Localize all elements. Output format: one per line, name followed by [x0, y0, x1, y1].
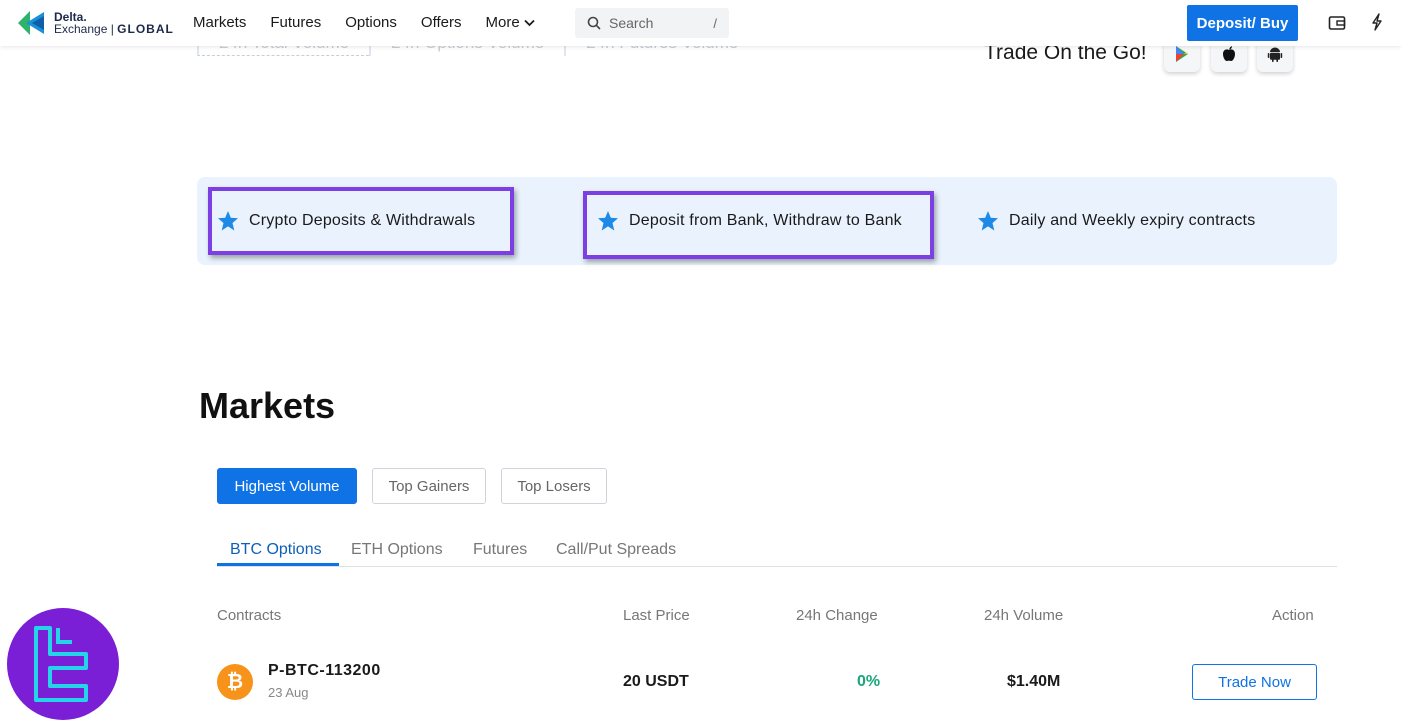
contract-name[interactable]: P-BTC-113200 — [268, 662, 381, 680]
bitcoin-icon: ₿ — [217, 664, 253, 700]
markets-heading: Markets — [199, 385, 336, 426]
trade-now-button[interactable]: Trade Now — [1192, 664, 1317, 700]
nav-more[interactable]: More — [485, 14, 535, 31]
tab-futures[interactable]: Futures — [473, 541, 527, 559]
filter-top-gainers[interactable]: Top Gainers — [372, 468, 486, 504]
wallet-icon[interactable] — [1328, 14, 1346, 32]
active-tab-indicator — [217, 563, 339, 566]
search-shortcut: / — [713, 15, 717, 31]
search-icon — [587, 16, 601, 30]
watermark-logo-icon — [34, 626, 88, 702]
contract-expiry-date: 23 Aug — [268, 685, 309, 700]
apple-icon — [1223, 46, 1235, 62]
nav-futures[interactable]: Futures — [270, 14, 321, 31]
google-play-icon — [1176, 46, 1188, 62]
column-last-price: Last Price — [623, 607, 690, 624]
android-icon — [1267, 47, 1283, 62]
highlight-box-bank — [583, 191, 934, 259]
column-24h-change: 24h Change — [796, 607, 878, 624]
search-placeholder: Search — [609, 15, 654, 31]
column-24h-volume: 24h Volume — [984, 607, 1064, 624]
column-action: Action — [1272, 607, 1314, 624]
feature-expiry-contracts: Daily and Weekly expiry contracts — [977, 210, 1255, 232]
logo-global-text: GLOBAL — [117, 22, 174, 36]
main-nav: Markets Futures Options Offers More — [193, 14, 559, 31]
chevron-down-icon — [524, 19, 535, 26]
search-box[interactable]: Search / — [575, 8, 729, 38]
nav-options[interactable]: Options — [345, 14, 397, 31]
filter-top-losers[interactable]: Top Losers — [501, 468, 607, 504]
nav-offers[interactable]: Offers — [421, 14, 462, 31]
highlight-box-crypto — [208, 187, 514, 255]
feature-label: Daily and Weekly expiry contracts — [1009, 212, 1256, 229]
column-contracts: Contracts — [217, 607, 282, 624]
logo-exchange-text: Exchange — [54, 22, 108, 36]
bolt-icon[interactable] — [1370, 13, 1384, 31]
change-value: 0% — [857, 673, 881, 690]
top-navbar: Delta. Exchange | GLOBAL Markets Futures… — [0, 0, 1401, 46]
watermark-logo — [7, 608, 119, 720]
delta-logo[interactable]: Delta. Exchange | GLOBAL — [16, 8, 174, 38]
last-price-value: 20 USDT — [623, 673, 689, 690]
delta-logo-icon — [18, 11, 44, 35]
tab-btc-options[interactable]: BTC Options — [230, 541, 322, 559]
nav-markets[interactable]: Markets — [193, 14, 246, 31]
tab-call-put-spreads[interactable]: Call/Put Spreads — [556, 541, 676, 559]
star-icon — [978, 211, 998, 231]
deposit-buy-button[interactable]: Deposit/ Buy — [1187, 5, 1298, 41]
market-tabs: BTC Options ETH Options Futures Call/Put… — [217, 536, 1337, 567]
tab-eth-options[interactable]: ETH Options — [351, 541, 443, 559]
volume-value: $1.40M — [1007, 673, 1061, 690]
filter-highest-volume[interactable]: Highest Volume — [217, 468, 357, 504]
